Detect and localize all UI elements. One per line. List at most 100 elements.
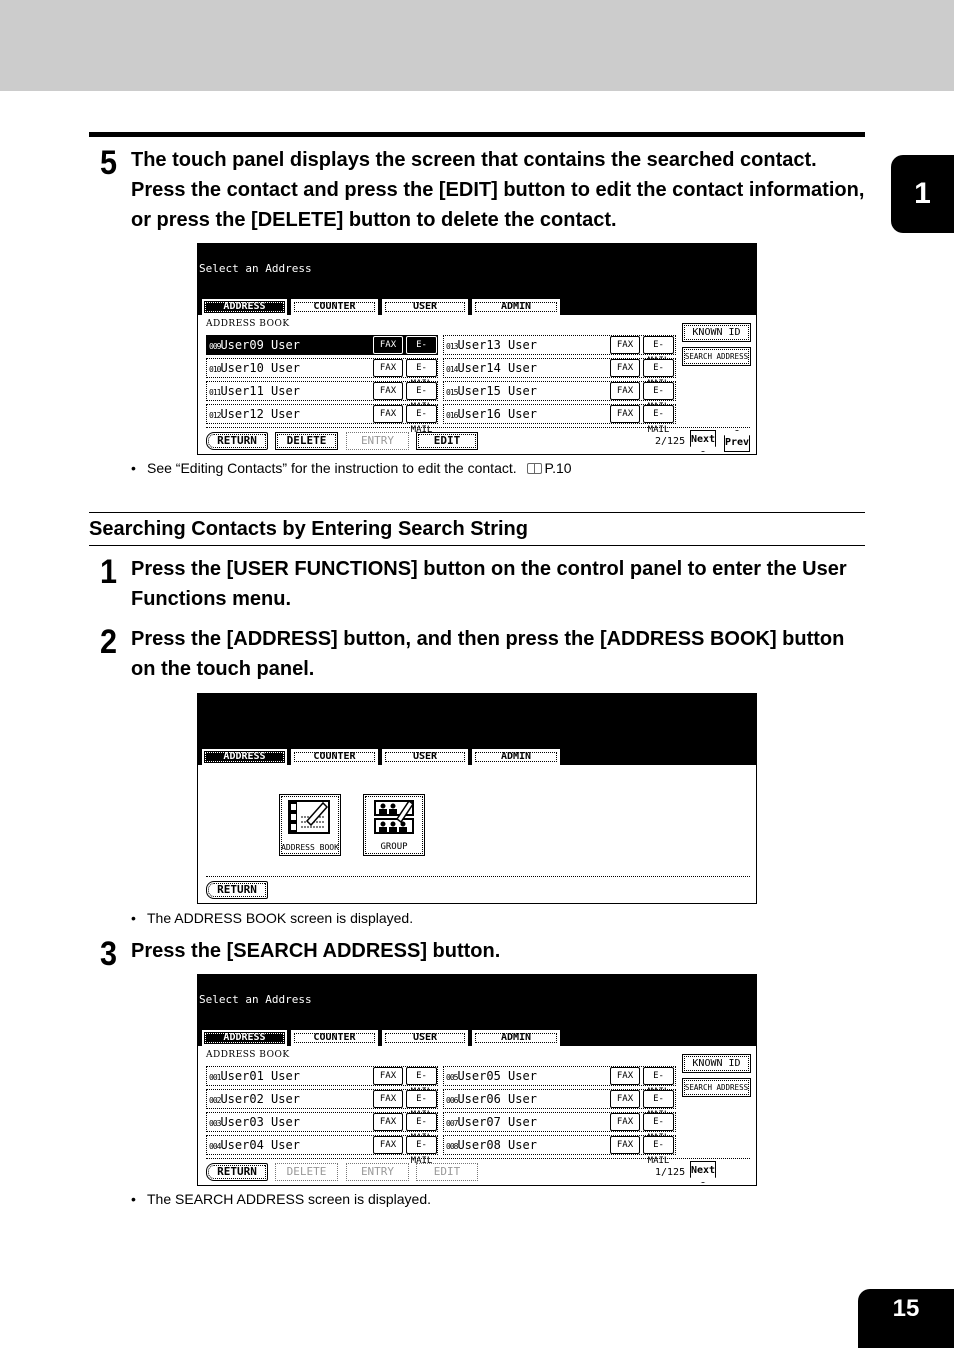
contact-entry[interactable]: 015User15 User FAX E-MAIL xyxy=(443,381,676,412)
step2-note: • The ADDRESS BOOK screen is displayed. xyxy=(131,909,413,927)
contact-entry[interactable]: 012User12 User FAX E-MAIL xyxy=(206,404,438,435)
contact-name: User08 User xyxy=(457,1138,537,1152)
email-button[interactable]: E-MAIL xyxy=(406,336,437,366)
fax-button[interactable]: FAX xyxy=(610,382,640,400)
contact-entry[interactable]: 009User09 User FAX E-MAIL xyxy=(206,335,438,366)
fax-button[interactable]: FAX xyxy=(610,359,640,377)
fax-button[interactable]: FAX xyxy=(610,1136,640,1154)
tab-address[interactable]: ADDRESS xyxy=(202,1030,287,1046)
contact-entry[interactable]: 001User01 User FAX E-MAIL xyxy=(206,1066,438,1097)
tab-admin[interactable]: ADMIN xyxy=(472,299,560,315)
panel-tabs: ADDRESS COUNTER USER ADMIN xyxy=(202,299,560,315)
tab-admin[interactable]: ADMIN xyxy=(472,1030,560,1046)
contact-entry[interactable]: 008User08 User FAX E-MAIL xyxy=(443,1135,676,1166)
fax-button[interactable]: FAX xyxy=(373,1090,403,1108)
email-button[interactable]: E-MAIL xyxy=(406,405,437,435)
group-button[interactable]: GROUP xyxy=(363,794,425,856)
tab-user[interactable]: USER xyxy=(382,749,468,765)
fax-button[interactable]: FAX xyxy=(610,1090,640,1108)
note-text: The SEARCH ADDRESS screen is displayed. xyxy=(147,1191,431,1207)
contact-number: 010 xyxy=(209,365,221,374)
prev-button[interactable]: Prev xyxy=(724,430,750,452)
fax-button[interactable]: FAX xyxy=(373,1113,403,1131)
contact-name: User10 User xyxy=(220,361,300,375)
email-button[interactable]: E-MAIL xyxy=(406,382,437,412)
known-id-button[interactable]: KNOWN ID xyxy=(682,1054,751,1073)
delete-button[interactable]: DELETE xyxy=(275,432,338,450)
contact-name: User06 User xyxy=(457,1092,537,1106)
contact-entry[interactable]: 013User13 User FAX E-MAIL xyxy=(443,335,676,366)
email-button[interactable]: E-MAIL xyxy=(643,405,674,435)
tab-counter[interactable]: COUNTER xyxy=(291,299,378,315)
panel-title: Select an Address xyxy=(199,993,312,1006)
email-button[interactable]: E-MAIL xyxy=(643,336,674,366)
known-id-button[interactable]: KNOWN ID xyxy=(682,323,751,342)
tab-counter[interactable]: COUNTER xyxy=(291,1030,378,1046)
group-label: GROUP xyxy=(380,842,408,852)
contact-entry[interactable]: 002User02 User FAX E-MAIL xyxy=(206,1089,438,1120)
fax-button[interactable]: FAX xyxy=(610,1113,640,1131)
contact-entry[interactable]: 014User14 User FAX E-MAIL xyxy=(443,358,676,389)
step-number: 2 xyxy=(100,623,118,661)
email-button[interactable]: E-MAIL xyxy=(643,1067,674,1097)
edit-button[interactable]: EDIT xyxy=(416,432,478,450)
contact-number: 016 xyxy=(446,411,458,420)
contact-entry[interactable]: 004User04 User FAX E-MAIL xyxy=(206,1135,438,1166)
tab-user[interactable]: USER xyxy=(382,1030,468,1046)
contact-entry[interactable]: 006User06 User FAX E-MAIL xyxy=(443,1089,676,1120)
fax-button[interactable]: FAX xyxy=(373,382,403,400)
tab-address[interactable]: ADDRESS xyxy=(202,749,287,765)
return-button[interactable]: RETURN xyxy=(206,881,268,899)
delete-button[interactable]: DELETE xyxy=(275,1163,338,1181)
contact-entry[interactable]: 010User10 User FAX E-MAIL xyxy=(206,358,438,389)
step5-note: • See “Editing Contacts” for the instruct… xyxy=(131,459,572,477)
email-button[interactable]: E-MAIL xyxy=(643,359,674,389)
step-number: 3 xyxy=(100,935,118,973)
contact-entry[interactable]: 005User05 User FAX E-MAIL xyxy=(443,1066,676,1097)
return-button[interactable]: RETURN xyxy=(206,432,268,450)
entry-button[interactable]: ENTRY xyxy=(346,1163,409,1181)
email-button[interactable]: E-MAIL xyxy=(406,1113,437,1143)
contact-number: 014 xyxy=(446,365,458,374)
contact-entry[interactable]: 016User16 User FAX E-MAIL xyxy=(443,404,676,435)
email-button[interactable]: E-MAIL xyxy=(406,1067,437,1097)
tab-address[interactable]: ADDRESS xyxy=(202,299,287,315)
email-button[interactable]: E-MAIL xyxy=(643,1136,674,1166)
fax-button[interactable]: FAX xyxy=(373,1067,403,1085)
email-button[interactable]: E-MAIL xyxy=(643,382,674,412)
return-button[interactable]: RETURN xyxy=(206,1163,268,1181)
address-book-button[interactable]: ADDRESS BOOK xyxy=(279,794,341,856)
tab-admin[interactable]: ADMIN xyxy=(472,749,560,765)
search-address-button[interactable]: SEARCH ADDRESS xyxy=(682,1078,751,1097)
edit-button[interactable]: EDIT xyxy=(416,1163,478,1181)
panel-header: Select an Address ADDRESS COUNTER USER A… xyxy=(198,975,756,1046)
tab-counter[interactable]: COUNTER xyxy=(291,749,378,765)
next-button[interactable]: Next xyxy=(690,430,716,452)
tab-user[interactable]: USER xyxy=(382,299,468,315)
email-button[interactable]: E-MAIL xyxy=(643,1113,674,1143)
email-button[interactable]: E-MAIL xyxy=(406,1090,437,1120)
next-button[interactable]: Next xyxy=(690,1161,716,1183)
fax-button[interactable]: FAX xyxy=(373,1136,403,1154)
fax-button[interactable]: FAX xyxy=(373,405,403,423)
page-counter: 2/125 xyxy=(655,436,686,447)
email-button[interactable]: E-MAIL xyxy=(643,1090,674,1120)
contact-entry[interactable]: 011User11 User FAX E-MAIL xyxy=(206,381,438,412)
fax-button[interactable]: FAX xyxy=(610,336,640,354)
contact-number: 006 xyxy=(446,1096,458,1105)
contact-name: User12 User xyxy=(220,407,300,421)
contact-number: 011 xyxy=(209,388,221,397)
search-address-button[interactable]: SEARCH ADDRESS xyxy=(682,347,751,366)
contact-entry[interactable]: 003User03 User FAX E-MAIL xyxy=(206,1112,438,1143)
touch-panel-address-book: Select an Address ADDRESS COUNTER USER A… xyxy=(197,974,757,1186)
fax-button[interactable]: FAX xyxy=(610,405,640,423)
email-button[interactable]: E-MAIL xyxy=(406,1136,437,1166)
fax-button[interactable]: FAX xyxy=(373,359,403,377)
entry-button[interactable]: ENTRY xyxy=(346,432,409,450)
panel-tabs: ADDRESS COUNTER USER ADMIN xyxy=(202,749,560,765)
fax-button[interactable]: FAX xyxy=(373,336,403,354)
fax-button[interactable]: FAX xyxy=(610,1067,640,1085)
contact-entry[interactable]: 007User07 User FAX E-MAIL xyxy=(443,1112,676,1143)
touch-panel-search-result: Select an Address ADDRESS COUNTER USER A… xyxy=(197,243,757,455)
email-button[interactable]: E-MAIL xyxy=(406,359,437,389)
